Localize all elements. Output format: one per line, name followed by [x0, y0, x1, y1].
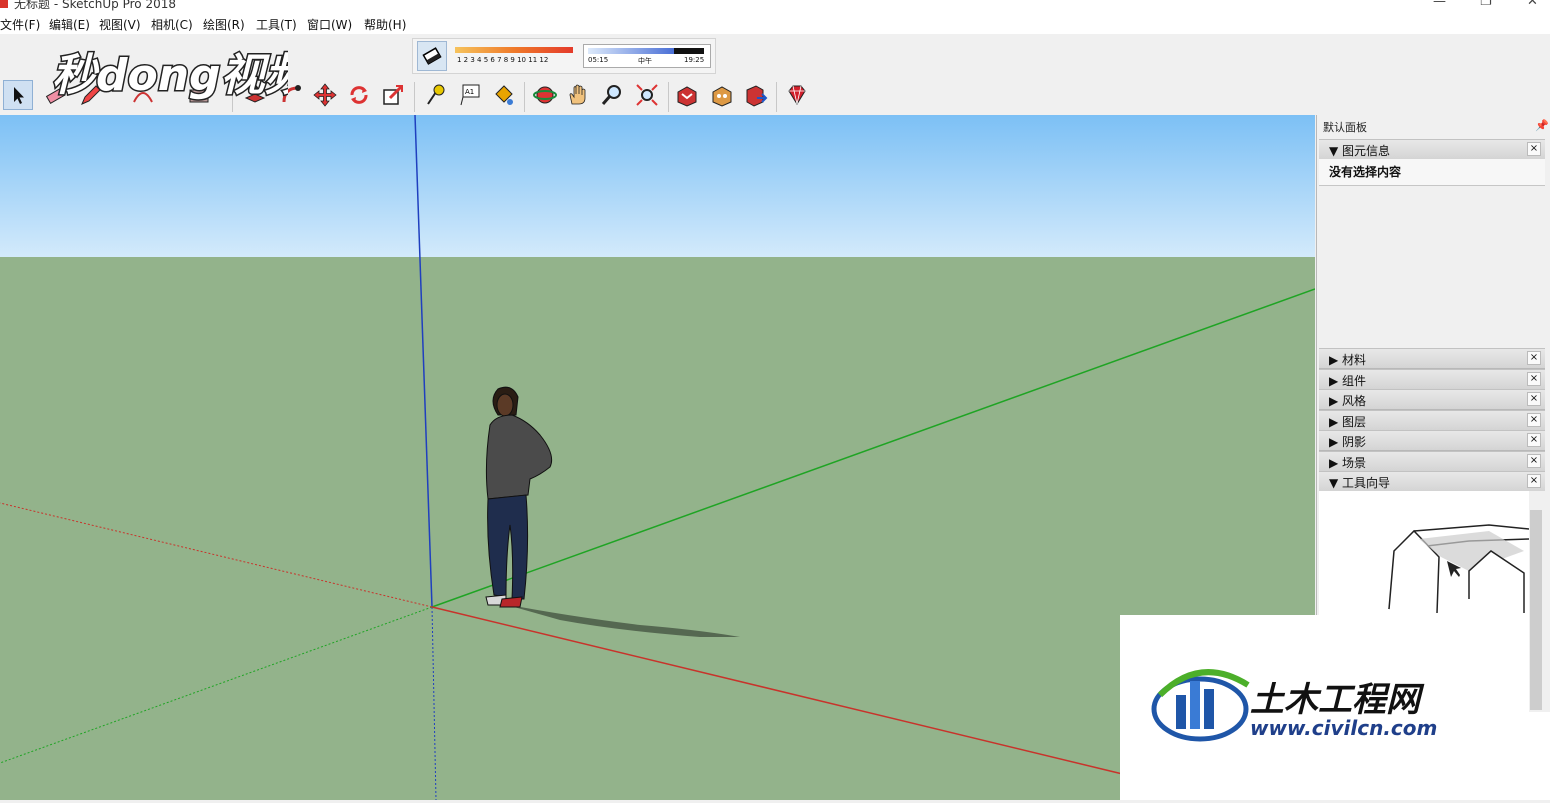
- svg-text:土木工程网: 土木工程网: [1250, 680, 1425, 720]
- share-model-button[interactable]: [741, 80, 771, 110]
- materials-close-icon[interactable]: ×: [1527, 351, 1541, 365]
- shadow-toggle-button[interactable]: [417, 41, 447, 71]
- rotate-icon: [350, 86, 368, 104]
- zoom-tool-button[interactable]: [597, 80, 627, 110]
- orbit-tool-button[interactable]: [530, 80, 560, 110]
- scale-icon: [383, 84, 404, 105]
- instructor-scroll-thumb[interactable]: [1530, 510, 1542, 710]
- time-start: 05:15: [588, 56, 609, 64]
- close-button[interactable]: ✕: [1527, 0, 1538, 9]
- zoom-extents-icon: [636, 84, 658, 106]
- instructor-close-icon[interactable]: ×: [1527, 474, 1541, 488]
- 3d-viewport[interactable]: [0, 115, 1315, 800]
- rotate-tool-button[interactable]: [344, 80, 374, 110]
- text-tool-button[interactable]: A1: [455, 80, 485, 110]
- paint-bucket-button[interactable]: [488, 80, 518, 110]
- hand-icon: [569, 84, 586, 105]
- text-label-icon: A1: [460, 84, 480, 106]
- shadows-close-icon[interactable]: ×: [1527, 433, 1541, 447]
- civilcn-logo-icon: 土木工程网 www.civilcn.com: [1151, 669, 1437, 742]
- entity-info-header[interactable]: ▼ 图元信息 ×: [1319, 139, 1545, 160]
- menu-edit[interactable]: 编辑(E): [49, 16, 90, 33]
- shadows-header[interactable]: ▶ 阴影 ×: [1319, 430, 1545, 451]
- instructor-header[interactable]: ▼ 工具向导 ×: [1319, 471, 1545, 492]
- month-slider[interactable]: [455, 47, 573, 53]
- svg-text:秒dong视频: 秒dong视频: [52, 50, 288, 101]
- select-tool-button[interactable]: [3, 80, 33, 110]
- warehouse-button[interactable]: [672, 80, 702, 110]
- arrow-pointer-icon: [14, 87, 24, 104]
- maximize-button[interactable]: ❐: [1480, 0, 1492, 9]
- move-arrows-icon: [313, 83, 337, 107]
- time-slider[interactable]: 05:15 中午 19:25: [583, 44, 711, 68]
- layers-label: ▶ 图层: [1329, 415, 1367, 429]
- time-mid: 中午: [638, 57, 652, 65]
- extension-warehouse-button[interactable]: [782, 80, 812, 110]
- window-title: 无标题 - SketchUp Pro 2018: [14, 0, 176, 11]
- menu-draw[interactable]: 绘图(R): [203, 16, 245, 33]
- minimize-button[interactable]: —: [1433, 0, 1446, 9]
- scenes-label: ▶ 场景: [1329, 456, 1367, 470]
- components-button[interactable]: [707, 80, 737, 110]
- menu-bar: 文件(F) 编辑(E) 视图(V) 相机(C) 绘图(R) 工具(T) 窗口(W…: [0, 12, 1550, 34]
- move-tool-button[interactable]: [310, 80, 340, 110]
- eraser-shadow-icon: [422, 47, 442, 65]
- sketchup-logo-icon: [0, 0, 8, 8]
- layers-close-icon[interactable]: ×: [1527, 413, 1541, 427]
- scale-tool-button[interactable]: [378, 80, 408, 110]
- shadow-toolbar: 1 2 3 4 5 6 7 8 9 10 11 12 05:15 中午 19:2…: [412, 38, 716, 74]
- ruby-gem-icon: [788, 85, 806, 105]
- magnifier-icon: [601, 85, 621, 105]
- ground-plane: [0, 257, 1315, 800]
- entity-info-body: 没有选择内容: [1319, 159, 1545, 186]
- menu-file[interactable]: 文件(F): [0, 16, 40, 33]
- tape-measure-button[interactable]: [420, 80, 450, 110]
- share-model-icon: [746, 85, 768, 107]
- month-labels: 1 2 3 4 5 6 7 8 9 10 11 12: [457, 56, 549, 64]
- tape-measure-icon: [427, 84, 445, 105]
- title-bar: 无标题 - SketchUp Pro 2018 — ❐ ✕: [0, 0, 1550, 12]
- materials-label: ▶ 材料: [1329, 353, 1367, 367]
- menu-camera[interactable]: 相机(C): [151, 16, 193, 33]
- components-close-icon[interactable]: ×: [1527, 372, 1541, 386]
- pan-tool-button[interactable]: [563, 80, 593, 110]
- menu-window[interactable]: 窗口(W): [307, 16, 352, 33]
- zoom-extents-button[interactable]: [632, 80, 662, 110]
- menu-view[interactable]: 视图(V): [99, 16, 141, 33]
- instructor-label: ▼ 工具向导: [1329, 476, 1391, 490]
- menu-help[interactable]: 帮助(H): [364, 16, 406, 33]
- entity-info-close-icon[interactable]: ×: [1527, 142, 1541, 156]
- 3d-warehouse-icon: [677, 86, 697, 107]
- scenes-close-icon[interactable]: ×: [1527, 454, 1541, 468]
- components-label: ▶ 组件: [1329, 374, 1367, 388]
- tray-title: 默认面板: [1323, 121, 1367, 134]
- scenes-header[interactable]: ▶ 场景 ×: [1319, 451, 1545, 472]
- scene-canvas[interactable]: [0, 115, 1315, 800]
- sky: [0, 115, 1315, 257]
- styles-label: ▶ 风格: [1329, 394, 1367, 408]
- time-end: 19:25: [684, 56, 705, 64]
- components-icon: [712, 86, 732, 107]
- styles-close-icon[interactable]: ×: [1527, 392, 1541, 406]
- entity-info-label: ▼ 图元信息: [1329, 144, 1391, 158]
- no-selection-text: 没有选择内容: [1329, 165, 1402, 179]
- menu-tools[interactable]: 工具(T): [256, 16, 297, 33]
- pin-icon[interactable]: 📌: [1535, 119, 1549, 132]
- miaodong-watermark-logo: 秒dong视频: [51, 49, 289, 103]
- svg-text:A1: A1: [465, 88, 474, 96]
- layers-header[interactable]: ▶ 图层 ×: [1319, 410, 1545, 431]
- materials-header[interactable]: ▶ 材料 ×: [1319, 348, 1545, 369]
- civilcn-watermark: 土木工程网 www.civilcn.com: [1120, 615, 1481, 800]
- components-header[interactable]: ▶ 组件 ×: [1319, 369, 1545, 390]
- svg-text:www.civilcn.com: www.civilcn.com: [1250, 716, 1437, 740]
- styles-header[interactable]: ▶ 风格 ×: [1319, 389, 1545, 410]
- shadows-label: ▶ 阴影: [1329, 435, 1367, 449]
- orbit-icon: [533, 86, 557, 104]
- paint-bucket-icon: [495, 85, 513, 105]
